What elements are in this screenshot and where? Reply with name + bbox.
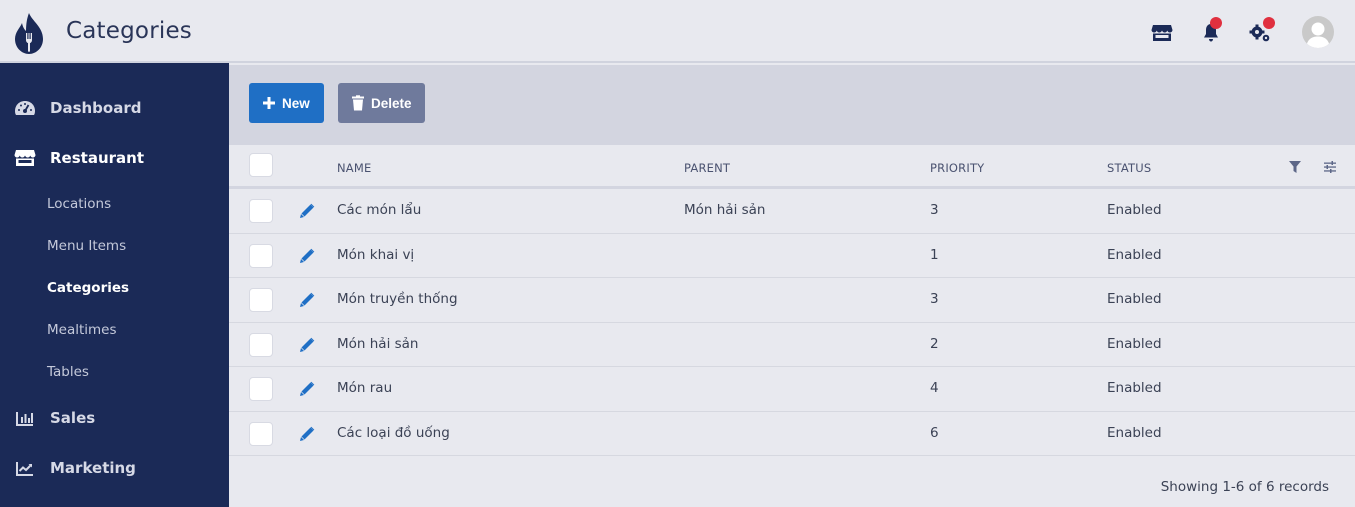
cell-status: Enabled bbox=[1107, 424, 1162, 441]
cell-status: Enabled bbox=[1107, 246, 1162, 263]
sidebar-item-marketing[interactable]: Marketing bbox=[0, 447, 229, 489]
sidebar: Dashboard Restaurant Locations Menu Item… bbox=[0, 63, 229, 507]
sidebar-item-label: Dashboard bbox=[50, 99, 142, 117]
table-row[interactable]: Các món lẩu Món hải sản 3 Enabled bbox=[229, 189, 1355, 234]
sidebar-subitem-menu-items[interactable]: Menu Items bbox=[0, 228, 229, 264]
select-all-checkbox[interactable] bbox=[249, 153, 273, 177]
row-checkbox[interactable] bbox=[249, 421, 273, 446]
cell-name: Món truyền thống bbox=[337, 291, 458, 307]
column-header-parent[interactable]: PARENT bbox=[684, 161, 730, 175]
table-row[interactable]: Món truyền thống 3 Enabled bbox=[229, 278, 1355, 323]
sidebar-subitem-label: Tables bbox=[47, 364, 89, 380]
user-avatar-icon bbox=[1306, 22, 1330, 48]
cell-name: Món rau bbox=[337, 380, 393, 396]
dashboard-gauge-icon bbox=[14, 99, 36, 117]
avatar[interactable] bbox=[1302, 16, 1334, 48]
cell-parent: Món hải sản bbox=[684, 202, 766, 218]
row-checkbox[interactable] bbox=[249, 243, 273, 268]
records-count: Showing 1-6 of 6 records bbox=[1160, 479, 1329, 495]
sidebar-subitem-label: Categories bbox=[47, 280, 130, 296]
plus-icon bbox=[263, 97, 275, 109]
table-row[interactable]: Món rau 4 Enabled bbox=[229, 367, 1355, 412]
trash-icon bbox=[352, 95, 364, 111]
new-button-label: New bbox=[282, 95, 310, 111]
column-header-name[interactable]: NAME bbox=[337, 161, 371, 175]
table-header: NAME PARENT PRIORITY STATUS bbox=[229, 145, 1355, 189]
sidebar-item-label: Marketing bbox=[50, 459, 136, 477]
notifications-button[interactable] bbox=[1198, 17, 1224, 46]
sidebar-item-restaurant[interactable]: Restaurant bbox=[0, 137, 229, 179]
settings-button[interactable] bbox=[1247, 17, 1275, 46]
edit-pencil-icon[interactable] bbox=[299, 337, 315, 353]
column-settings-sliders-icon[interactable] bbox=[1323, 160, 1337, 174]
edit-pencil-icon[interactable] bbox=[299, 426, 315, 442]
sidebar-subitem-label: Locations bbox=[47, 196, 112, 212]
settings-badge bbox=[1263, 17, 1275, 29]
cell-priority: 3 bbox=[930, 291, 939, 307]
storefront-icon bbox=[1151, 25, 1173, 41]
edit-pencil-icon[interactable] bbox=[299, 381, 315, 397]
top-header: Categories bbox=[0, 0, 1355, 63]
cell-priority: 6 bbox=[930, 424, 939, 441]
list-toolbar: New Delete bbox=[229, 65, 1355, 145]
storefront-icon bbox=[14, 149, 36, 167]
cell-name: Các món lẩu bbox=[337, 202, 422, 218]
new-button[interactable]: New bbox=[249, 83, 324, 123]
line-chart-icon bbox=[14, 459, 36, 477]
table-row[interactable]: Món khai vị 1 Enabled bbox=[229, 234, 1355, 278]
notification-badge bbox=[1210, 17, 1222, 29]
sidebar-subitem-locations[interactable]: Locations bbox=[0, 186, 229, 222]
row-checkbox[interactable] bbox=[249, 199, 273, 223]
page-title: Categories bbox=[66, 18, 192, 44]
categories-table: NAME PARENT PRIORITY STATUS Các món lẩu … bbox=[229, 145, 1355, 456]
flame-fork-logo-icon[interactable] bbox=[12, 12, 46, 54]
sidebar-subitem-tables[interactable]: Tables bbox=[0, 354, 229, 390]
column-header-priority[interactable]: PRIORITY bbox=[930, 161, 984, 175]
delete-button[interactable]: Delete bbox=[338, 83, 425, 123]
cell-status: Enabled bbox=[1107, 380, 1162, 396]
column-header-status[interactable]: STATUS bbox=[1107, 161, 1151, 175]
edit-pencil-icon[interactable] bbox=[299, 203, 315, 219]
edit-pencil-icon[interactable] bbox=[299, 292, 315, 308]
sidebar-subitem-categories[interactable]: Categories bbox=[0, 270, 229, 306]
cell-status: Enabled bbox=[1107, 335, 1162, 352]
bar-chart-icon bbox=[14, 409, 36, 427]
table-row[interactable]: Các loại đồ uống 6 Enabled bbox=[229, 412, 1355, 456]
filter-icon[interactable] bbox=[1288, 160, 1302, 174]
cell-priority: 4 bbox=[930, 380, 939, 396]
cell-status: Enabled bbox=[1107, 202, 1162, 218]
sidebar-item-dashboard[interactable]: Dashboard bbox=[0, 87, 229, 129]
cell-priority: 3 bbox=[930, 202, 939, 218]
sidebar-item-label: Restaurant bbox=[50, 149, 144, 167]
cell-name: Món khai vị bbox=[337, 246, 415, 263]
row-checkbox[interactable] bbox=[249, 377, 273, 401]
cell-name: Món hải sản bbox=[337, 335, 419, 352]
row-checkbox[interactable] bbox=[249, 332, 273, 357]
table-row[interactable]: Món hải sản 2 Enabled bbox=[229, 323, 1355, 367]
sidebar-item-sales[interactable]: Sales bbox=[0, 397, 229, 439]
row-checkbox[interactable] bbox=[249, 288, 273, 312]
cell-status: Enabled bbox=[1107, 291, 1162, 307]
sidebar-subitem-mealtimes[interactable]: Mealtimes bbox=[0, 312, 229, 348]
sidebar-subitem-label: Menu Items bbox=[47, 238, 127, 254]
cell-name: Các loại đồ uống bbox=[337, 424, 450, 441]
edit-pencil-icon[interactable] bbox=[299, 248, 315, 264]
sidebar-item-label: Sales bbox=[50, 409, 96, 427]
sidebar-subitem-label: Mealtimes bbox=[47, 322, 117, 338]
storefront-button[interactable] bbox=[1149, 20, 1175, 46]
cell-priority: 1 bbox=[930, 246, 939, 263]
cell-priority: 2 bbox=[930, 335, 939, 352]
delete-button-label: Delete bbox=[371, 95, 412, 111]
